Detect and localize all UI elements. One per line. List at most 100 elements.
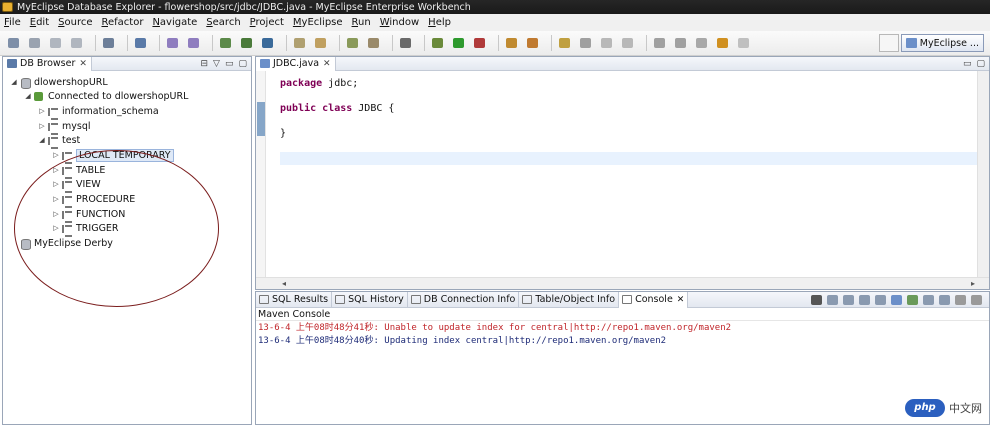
menu-myeclipse[interactable]: MyEclipse [293, 17, 343, 28]
clear-console-icon[interactable] [809, 292, 822, 308]
expanded-twisty-icon[interactable]: ◢ [23, 92, 33, 100]
tree-item-connection[interactable]: ◢ Connected to dlowershopURL [23, 89, 188, 103]
menu-refactor[interactable]: Refactor [101, 17, 143, 28]
new-class-icon[interactable] [525, 35, 541, 51]
toolbar-separator [424, 35, 425, 51]
open-perspective-icon[interactable] [878, 34, 899, 52]
open-resource-icon[interactable] [313, 35, 329, 51]
minimize-icon[interactable] [953, 292, 966, 308]
perspective-icon [905, 38, 917, 48]
prev-annotation-icon[interactable] [673, 35, 689, 51]
scroll-right-icon[interactable]: ▸ [971, 279, 975, 288]
code-line: package jdbc; [280, 78, 359, 89]
editor-horizontal-scrollbar[interactable]: ◂ ▸ [256, 277, 989, 289]
back-icon[interactable] [715, 35, 731, 51]
editor-vertical-scrollbar[interactable] [977, 71, 989, 277]
menu-run[interactable]: Run [352, 17, 371, 28]
annotation-icon[interactable] [599, 35, 615, 51]
view-menu-icon[interactable]: ▽ [213, 59, 220, 69]
tree-item-test[interactable]: ◢ test [37, 133, 80, 149]
myeclipse-perspective-button[interactable]: MyEclipse ... [900, 34, 984, 52]
toolbar-separator [127, 35, 128, 51]
close-icon[interactable]: ✕ [323, 59, 331, 69]
new-icon[interactable] [6, 35, 22, 51]
expanded-twisty-icon[interactable]: ◢ [9, 78, 19, 86]
task-icon[interactable] [345, 35, 361, 51]
deploy-icon[interactable] [218, 35, 234, 51]
debug-icon[interactable] [430, 35, 446, 51]
tab-jdbc-java[interactable]: JDBC.java ✕ [256, 56, 336, 71]
external-tools-icon[interactable] [472, 35, 488, 51]
menu-help[interactable]: Help [428, 17, 451, 28]
tab-sql-history[interactable]: SQL History [332, 291, 408, 308]
menu-search[interactable]: Search [206, 17, 240, 28]
db-browser-tab[interactable]: DB Browser ✕ [3, 56, 92, 71]
tab-table-object-info[interactable]: Table/Object Info [519, 291, 620, 308]
tab-sql-results[interactable]: SQL Results [256, 291, 333, 308]
scroll-lock-icon[interactable] [857, 292, 870, 308]
maximize-icon[interactable]: ▢ [976, 59, 985, 69]
console-icon[interactable] [398, 35, 414, 51]
console-toolbar [809, 292, 989, 308]
main-toolbar [0, 31, 990, 56]
editor-body[interactable]: package jdbc; public class JDBC { } [256, 71, 989, 277]
toolbar-separator [646, 35, 647, 51]
database-icon [19, 77, 31, 89]
console-line: 13-6-4 上午08时48分40秒: Updating index centr… [258, 336, 667, 346]
menu-window[interactable]: Window [380, 17, 419, 28]
db-browser-icon [7, 59, 17, 68]
save-icon[interactable] [27, 35, 43, 51]
display-selected-console-icon[interactable] [921, 292, 934, 308]
run-server-icon[interactable] [239, 35, 255, 51]
menu-navigate[interactable]: Navigate [152, 17, 197, 28]
tab-console[interactable]: Console ✕ [619, 291, 689, 308]
save-all-icon[interactable] [48, 35, 64, 51]
pin-icon[interactable] [620, 35, 636, 51]
tab-db-connection-info[interactable]: DB Connection Info [408, 291, 520, 308]
new-package-icon[interactable] [504, 35, 520, 51]
pin-console-icon[interactable] [905, 292, 918, 308]
menu-source[interactable]: Source [58, 17, 92, 28]
expanded-twisty-icon[interactable]: ◢ [37, 136, 47, 144]
minimize-icon[interactable]: ▭ [225, 59, 234, 69]
menu-bar: File Edit Source Refactor Navigate Searc… [0, 14, 990, 31]
word-wrap-icon[interactable] [873, 292, 886, 308]
close-icon[interactable]: ✕ [79, 59, 87, 69]
code-text[interactable]: package jdbc; public class JDBC { } [280, 77, 394, 140]
run-icon[interactable] [451, 35, 467, 51]
show-console-icon[interactable] [889, 292, 902, 308]
search-icon[interactable] [557, 35, 573, 51]
close-icon[interactable]: ✕ [677, 295, 685, 305]
print-icon[interactable] [69, 35, 85, 51]
menu-project[interactable]: Project [250, 17, 284, 28]
last-edit-icon[interactable] [694, 35, 710, 51]
console-output[interactable]: 13-6-4 上午08时48分41秒: Unable to update ind… [256, 322, 989, 348]
tree-item-label: dlowershopURL [34, 76, 108, 88]
pencil-icon[interactable] [578, 35, 594, 51]
next-annotation-icon[interactable] [652, 35, 668, 51]
wizard-icon[interactable] [165, 35, 181, 51]
collapsed-twisty-icon[interactable]: ▷ [51, 151, 61, 159]
tree-item-mysql[interactable]: ▷ mysql [37, 119, 91, 135]
minimize-icon[interactable]: ▭ [963, 59, 972, 69]
open-console-icon[interactable] [937, 292, 950, 308]
build-icon[interactable] [366, 35, 382, 51]
server-icon[interactable] [101, 35, 117, 51]
forward-icon[interactable] [736, 35, 752, 51]
tree-item-dlowershopurl[interactable]: ◢ dlowershopURL [9, 75, 108, 89]
maximize-icon[interactable]: ▢ [238, 59, 247, 69]
menu-file[interactable]: File [4, 17, 21, 28]
tree-item-information-schema[interactable]: ▷ information_schema [37, 104, 159, 120]
browser-icon[interactable] [260, 35, 276, 51]
open-type-icon[interactable] [292, 35, 308, 51]
maximize-icon[interactable] [969, 292, 982, 308]
database-icon[interactable] [133, 35, 149, 51]
collapsed-twisty-icon[interactable]: ▷ [37, 122, 47, 130]
menu-edit[interactable]: Edit [30, 17, 49, 28]
collapse-all-icon[interactable]: ⊟ [201, 59, 209, 69]
wizard-dropdown-icon[interactable] [186, 35, 202, 51]
remove-launch-icon[interactable] [841, 292, 854, 308]
terminate-icon[interactable] [825, 292, 838, 308]
scroll-left-icon[interactable]: ◂ [282, 279, 286, 288]
collapsed-twisty-icon[interactable]: ▷ [37, 107, 47, 115]
